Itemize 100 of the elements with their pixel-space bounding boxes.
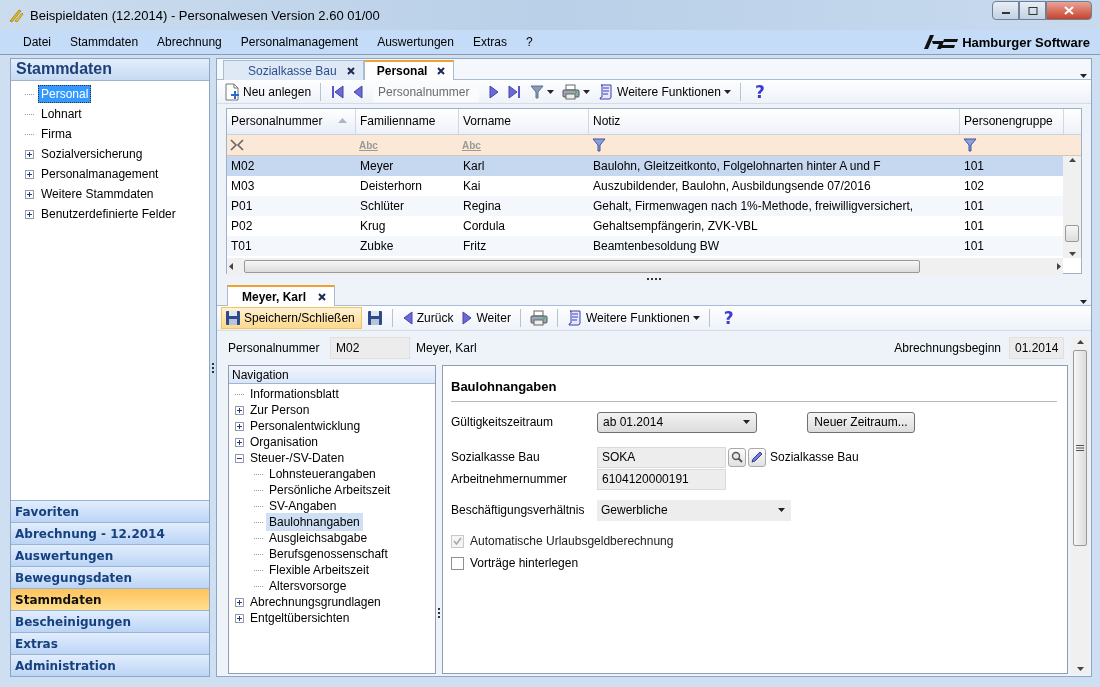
tree-item[interactable]: Informationsblatt: [247, 385, 342, 403]
plus-icon[interactable]: [25, 209, 34, 219]
column-header[interactable]: Personengruppe: [960, 109, 1064, 134]
save-close-button[interactable]: Speichern/Schließen: [221, 307, 362, 329]
tree-item[interactable]: Berufsgenossenschaft: [266, 545, 391, 563]
edit-button[interactable]: [748, 447, 766, 467]
navigation-button[interactable]: Bewegungsdaten: [11, 566, 209, 588]
tree-item[interactable]: Firma: [38, 125, 75, 143]
navigation-button[interactable]: Extras: [11, 632, 209, 654]
vertical-scrollbar[interactable]: [1063, 156, 1081, 258]
navigation-button[interactable]: Favoriten: [11, 500, 209, 522]
back-button[interactable]: Zurück: [398, 307, 457, 329]
table-row[interactable]: M02 Meyer Karl Baulohn, Gleitzeitkonto, Folgelohnarten hinter A und F 101: [227, 156, 1063, 176]
minimize-button[interactable]: [992, 1, 1019, 20]
printer-icon[interactable]: [562, 83, 581, 100]
menu-item[interactable]: Extras: [464, 33, 515, 51]
up-arrow-icon[interactable]: [1068, 158, 1076, 162]
tree-item[interactable]: Lohnsteuerangaben: [266, 465, 379, 483]
close-icon[interactable]: [437, 67, 446, 75]
navigation-button[interactable]: Abrechnung - 12.2014: [11, 522, 209, 544]
new-period-button[interactable]: Neuer Zeitraum...: [807, 411, 915, 433]
help-button[interactable]: ?: [715, 307, 742, 329]
column-header[interactable]: Familienname: [356, 109, 459, 134]
tree-item[interactable]: Personalmanagement: [38, 165, 162, 183]
help-button[interactable]: ?: [746, 80, 773, 103]
caret-icon: [1080, 74, 1087, 78]
scrollbar-thumb[interactable]: [244, 260, 920, 273]
navigation-button[interactable]: Stammdaten: [11, 588, 209, 610]
filter-icon[interactable]: [963, 137, 977, 153]
field-label: Gültigkeitszeitraum: [451, 415, 555, 429]
scrollbar-thumb[interactable]: [1065, 224, 1079, 242]
plus-icon[interactable]: [235, 421, 244, 431]
plus-icon[interactable]: [235, 437, 244, 447]
column-header[interactable]: Vorname: [459, 109, 589, 134]
menu-item[interactable]: Auswertungen: [369, 33, 462, 51]
right-triangle-icon[interactable]: [461, 310, 474, 326]
close-button[interactable]: [1046, 1, 1092, 20]
table-row[interactable]: T01 Zubke Fritz Beamtenbesoldung BW 101: [227, 236, 1063, 256]
plus-icon[interactable]: [235, 405, 244, 415]
tree-item[interactable]: Abrechnungsgrundlagen: [247, 593, 384, 611]
left-triangle-icon[interactable]: [401, 310, 414, 326]
tree-item[interactable]: Personalentwicklung: [247, 417, 364, 435]
up-arrow-icon[interactable]: [1076, 340, 1084, 344]
menu-item[interactable]: Personalmanagement: [232, 33, 367, 51]
tree-item[interactable]: Lohnart: [38, 105, 85, 123]
close-icon[interactable]: [346, 66, 355, 75]
filter-icon[interactable]: [592, 137, 606, 153]
tree-item[interactable]: Altersvorsorge: [266, 577, 350, 595]
tree-item[interactable]: Weitere Stammdaten: [38, 185, 157, 203]
close-icon[interactable]: [318, 292, 327, 301]
left-arrow-icon[interactable]: [229, 263, 233, 270]
dropdown[interactable]: ab 01.2014: [597, 411, 757, 433]
right-arrow-icon[interactable]: [1057, 263, 1061, 270]
tree-item[interactable]: Benutzerdefinierte Felder: [38, 205, 179, 223]
menu-item[interactable]: Stammdaten: [62, 33, 147, 51]
vertical-scrollbar[interactable]: [1071, 337, 1089, 674]
menu-item[interactable]: Datei: [15, 33, 59, 51]
document-tab[interactable]: Personal: [363, 60, 455, 80]
tree-item[interactable]: Flexible Arbeitszeit: [266, 561, 373, 579]
tree-item[interactable]: SV-Angaben: [266, 497, 340, 515]
tree-item[interactable]: Ausgleichsabgabe: [266, 529, 371, 547]
plus-icon[interactable]: [25, 189, 34, 199]
checkbox[interactable]: [451, 556, 464, 570]
maximize-button[interactable]: [1019, 1, 1046, 20]
dropdown[interactable]: Gewerbliche: [597, 499, 791, 521]
column-header[interactable]: Notiz: [589, 109, 960, 134]
plus-icon[interactable]: [25, 169, 34, 179]
tree-item[interactable]: Baulohnangaben: [266, 513, 363, 531]
tree-item[interactable]: Steuer-/SV-Daten: [247, 449, 348, 467]
down-arrow-icon[interactable]: [1068, 252, 1076, 256]
tree-item[interactable]: Entgeltübersichten: [247, 609, 353, 627]
plus-icon[interactable]: [25, 149, 34, 159]
input-field[interactable]: 6104120000191: [597, 468, 726, 490]
down-arrow-icon[interactable]: [1076, 667, 1084, 671]
navigation-button[interactable]: Bescheinigungen: [11, 610, 209, 632]
tree-item[interactable]: Zur Person: [247, 401, 313, 419]
table-row[interactable]: P02 Krug Cordula Gehaltsempfängerin, ZVK-VBL 101: [227, 216, 1063, 236]
clear-filter-icon[interactable]: [230, 139, 244, 151]
search-button[interactable]: [728, 447, 746, 467]
tree-item[interactable]: Organisation: [247, 433, 322, 451]
plus-icon[interactable]: [235, 597, 244, 607]
more-functions-button[interactable]: Weitere Funktionen: [595, 80, 734, 103]
navigation-button[interactable]: Administration: [11, 654, 209, 676]
menu-item[interactable]: Abrechnung: [149, 33, 230, 51]
record-tab[interactable]: Meyer, Karl: [227, 285, 336, 306]
next-button[interactable]: Weiter: [458, 307, 514, 329]
tree-item[interactable]: Sozialversicherung: [38, 145, 146, 163]
input-field[interactable]: SOKA: [597, 446, 726, 468]
scrollbar-thumb[interactable]: [1073, 350, 1087, 546]
new-button[interactable]: Neu anlegen: [221, 80, 315, 103]
table-row[interactable]: P01 Schlüter Regina Gehalt, Firmenwagen nach 1%-Methode, freiwilligversichert, 101: [227, 196, 1063, 216]
more-functions-button[interactable]: Weitere Funktionen: [563, 307, 703, 329]
navigation-button[interactable]: Auswertungen: [11, 544, 209, 566]
menu-item[interactable]: ?: [517, 33, 541, 51]
document-tab[interactable]: Sozialkasse Bau: [223, 60, 364, 80]
column-header[interactable]: Personalnummer: [227, 109, 356, 134]
horizontal-scrollbar[interactable]: [227, 258, 1063, 275]
tree-item[interactable]: Persönliche Arbeitszeit: [266, 481, 394, 499]
minus-icon[interactable]: [235, 453, 244, 463]
plus-icon[interactable]: [235, 613, 244, 623]
